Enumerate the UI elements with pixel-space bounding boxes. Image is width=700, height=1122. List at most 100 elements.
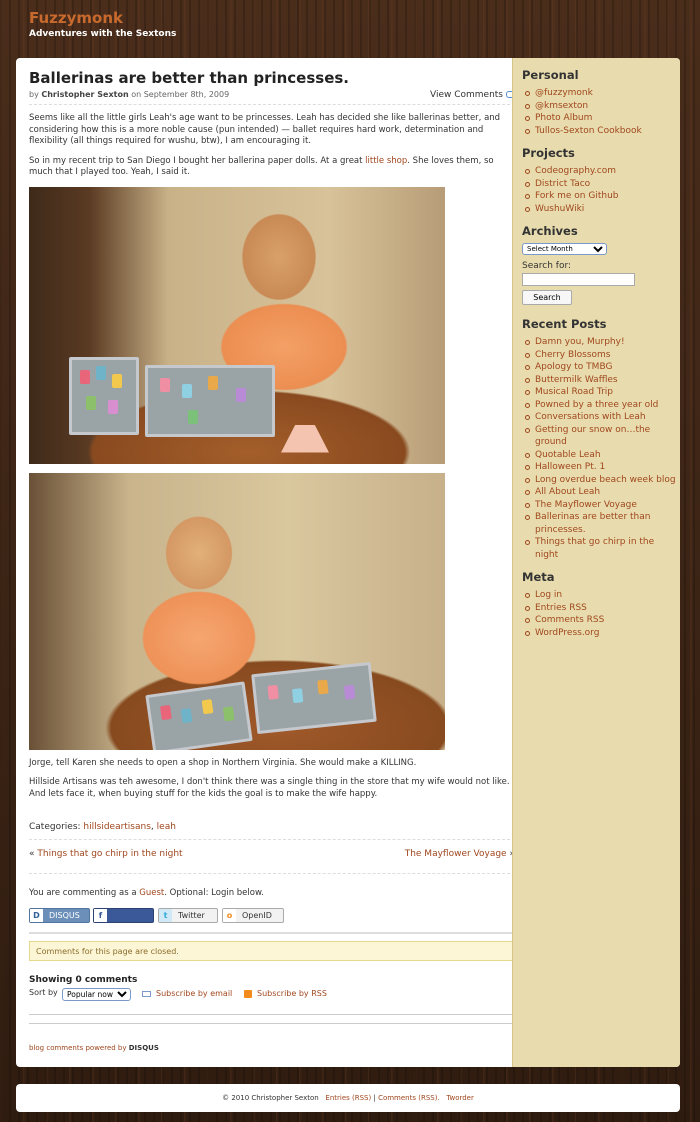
twitter-login-button[interactable]: t Twitter — [158, 908, 218, 923]
meta-item: Comments RSS — [522, 614, 680, 627]
projects-list: Codeography.com District Taco Fork me on… — [522, 165, 680, 215]
disqus-brand: DISQUS — [128, 1044, 159, 1052]
post-paragraph-2: So in my recent trip to San Diego I boug… — [29, 156, 515, 179]
sidebar-link-text[interactable]: District Taco — [535, 179, 590, 189]
sidebar-link-text[interactable]: @kmsexton — [535, 101, 588, 111]
divider — [29, 1014, 515, 1015]
post-paragraph-3: Jorge, tell Karen she needs to open a sh… — [29, 757, 417, 768]
page-container: Ballerinas are better than princesses. b… — [16, 58, 680, 1067]
facebook-connect-label: Connect — [100, 924, 137, 933]
site-tagline: Adventures with the Sextons — [29, 29, 177, 39]
comments-closed-notice: Comments for this page are closed. — [29, 941, 515, 961]
meta-list: Log in Entries RSS Comments RSS WordPres… — [522, 589, 680, 639]
view-comments-link[interactable]: View Comments — [430, 90, 515, 100]
paragraph-text: So in my recent trip to San Diego I boug… — [29, 155, 366, 166]
meta-link[interactable]: Comments RSS — [535, 615, 604, 625]
sidebar-link: Codeography.com — [522, 165, 680, 178]
meta-item: Log in — [522, 589, 680, 602]
little-shop-link[interactable]: little shop — [365, 156, 407, 166]
disqus-login-button[interactable]: D DISQUS — [29, 908, 90, 923]
recent-post-link[interactable]: Ballerinas are better than princesses. — [535, 512, 650, 535]
recent-post-link[interactable]: Halloween Pt. 1 — [535, 462, 605, 472]
mail-icon — [142, 990, 151, 997]
recent-post-link[interactable]: All About Leah — [535, 487, 600, 497]
personal-heading: Personal — [522, 68, 579, 82]
sidebar-link-text[interactable]: Fork me on Github — [535, 191, 619, 201]
recent-post-item: Quotable Leah — [522, 449, 680, 462]
site-header: Fuzzymonk Adventures with the Sextons — [29, 9, 176, 39]
divider — [29, 1023, 515, 1024]
site-title[interactable]: Fuzzymonk — [29, 9, 176, 27]
recent-post-link[interactable]: Things that go chirp in the night — [535, 537, 654, 560]
meta-link[interactable]: Entries RSS — [535, 603, 587, 613]
recent-post-link[interactable]: Apology to TMBG — [535, 362, 612, 372]
disqus-label: DISQUS — [49, 911, 80, 920]
meta-link[interactable]: WordPress.org — [535, 628, 599, 638]
recent-post-item: Cherry Blossoms — [522, 349, 680, 362]
previous-post-link[interactable]: Things that go chirp in the night — [37, 849, 182, 859]
commenting-text: You are commenting as a — [29, 888, 140, 898]
recent-post-item: Halloween Pt. 1 — [522, 461, 680, 474]
recent-post-link[interactable]: Cherry Blossoms — [535, 350, 610, 360]
search-input[interactable] — [522, 273, 635, 286]
meta-item: WordPress.org — [522, 627, 680, 640]
sidebar-link-text[interactable]: Codeography.com — [535, 166, 616, 176]
post-paragraph-1: Seems like all the little girls Leah's a… — [29, 113, 501, 146]
archives-heading: Archives — [522, 224, 578, 238]
recent-post-item: Buttermilk Waffles — [522, 374, 680, 387]
search-button[interactable]: Search — [522, 290, 572, 305]
recent-post-link[interactable]: The Mayflower Voyage — [535, 500, 637, 510]
recent-post-item: Getting our snow on…the ground — [522, 424, 680, 449]
footer-separator: | — [373, 1094, 376, 1102]
recent-post-link[interactable]: Conversations with Leah — [535, 412, 646, 422]
facebook-connect-button[interactable]: f Connect — [93, 908, 154, 933]
recent-post-item: Damn you, Murphy! — [522, 336, 680, 349]
site-footer: © 2010 Christopher Sexton Entries (RSS) … — [16, 1084, 680, 1112]
sort-select[interactable]: Popular now — [62, 988, 131, 1001]
sidebar-link-text[interactable]: Tullos-Sexton Cookbook — [535, 126, 642, 136]
recent-post-item: Ballerinas are better than princesses. — [522, 511, 680, 536]
meta-link[interactable]: Log in — [535, 590, 562, 600]
photo-leah-paper-dolls[interactable] — [29, 186, 445, 464]
meta-item: Entries RSS — [522, 602, 680, 615]
powered-by-disqus[interactable]: blog comments powered by DISQUS — [29, 1044, 159, 1052]
projects-heading: Projects — [522, 146, 575, 160]
recent-post-link[interactable]: Getting our snow on…the ground — [535, 425, 650, 448]
next-post-link[interactable]: The Mayflower Voyage — [405, 849, 507, 859]
sidebar-link-text[interactable]: Photo Album — [535, 113, 592, 123]
powered-text: blog comments powered by — [29, 1044, 129, 1052]
sidebar-link-text[interactable]: @fuzzymonk — [535, 88, 593, 98]
personal-list: @fuzzymonk @kmsexton Photo Album Tullos-… — [522, 87, 680, 137]
disqus-icon: D — [30, 909, 43, 922]
openid-login-button[interactable]: o OpenID — [222, 908, 284, 923]
recent-post-link[interactable]: Quotable Leah — [535, 450, 601, 460]
categories-label: Categories: — [29, 822, 81, 832]
commenting-text: . Optional: Login below. — [164, 888, 264, 898]
archives-select[interactable]: Select Month — [522, 243, 607, 255]
recent-post-link[interactable]: Long overdue beach week blog — [535, 475, 676, 485]
recent-post-link[interactable]: Musical Road Trip — [535, 387, 613, 397]
subscribe-rss-link[interactable]: Subscribe by RSS — [244, 989, 327, 998]
view-comments-label: View Comments — [429, 90, 503, 100]
main-content: Ballerinas are better than princesses. b… — [29, 58, 515, 1067]
footer-comments-rss-link[interactable]: Comments (RSS). — [378, 1094, 440, 1102]
guest-link[interactable]: Guest — [139, 888, 164, 898]
rss-icon — [244, 989, 252, 998]
recent-post-link[interactable]: Buttermilk Waffles — [535, 375, 618, 385]
footer-theme-link[interactable]: Tworder — [446, 1094, 474, 1102]
post-title[interactable]: Ballerinas are better than princesses. — [29, 69, 515, 87]
category-link[interactable]: leah — [157, 822, 176, 832]
category-link[interactable]: hillsideartisans — [83, 822, 151, 832]
photo-leah-laughing[interactable] — [29, 472, 445, 750]
recent-post-link[interactable]: Damn you, Murphy! — [535, 337, 625, 347]
sidebar: Personal @fuzzymonk @kmsexton Photo Albu… — [512, 58, 680, 1067]
footer-entries-rss-link[interactable]: Entries (RSS) — [325, 1094, 371, 1102]
subscribe-rss-label: Subscribe by RSS — [257, 989, 327, 998]
footer-copyright: © 2010 Christopher Sexton — [222, 1094, 319, 1102]
meta-heading: Meta — [522, 570, 555, 584]
comments-count: Showing 0 comments — [29, 975, 138, 985]
twitter-icon: t — [159, 909, 172, 922]
subscribe-email-link[interactable]: Subscribe by email — [142, 989, 232, 998]
sidebar-link-text[interactable]: WushuWiki — [535, 204, 584, 214]
recent-post-link[interactable]: Powned by a three year old — [535, 400, 658, 410]
